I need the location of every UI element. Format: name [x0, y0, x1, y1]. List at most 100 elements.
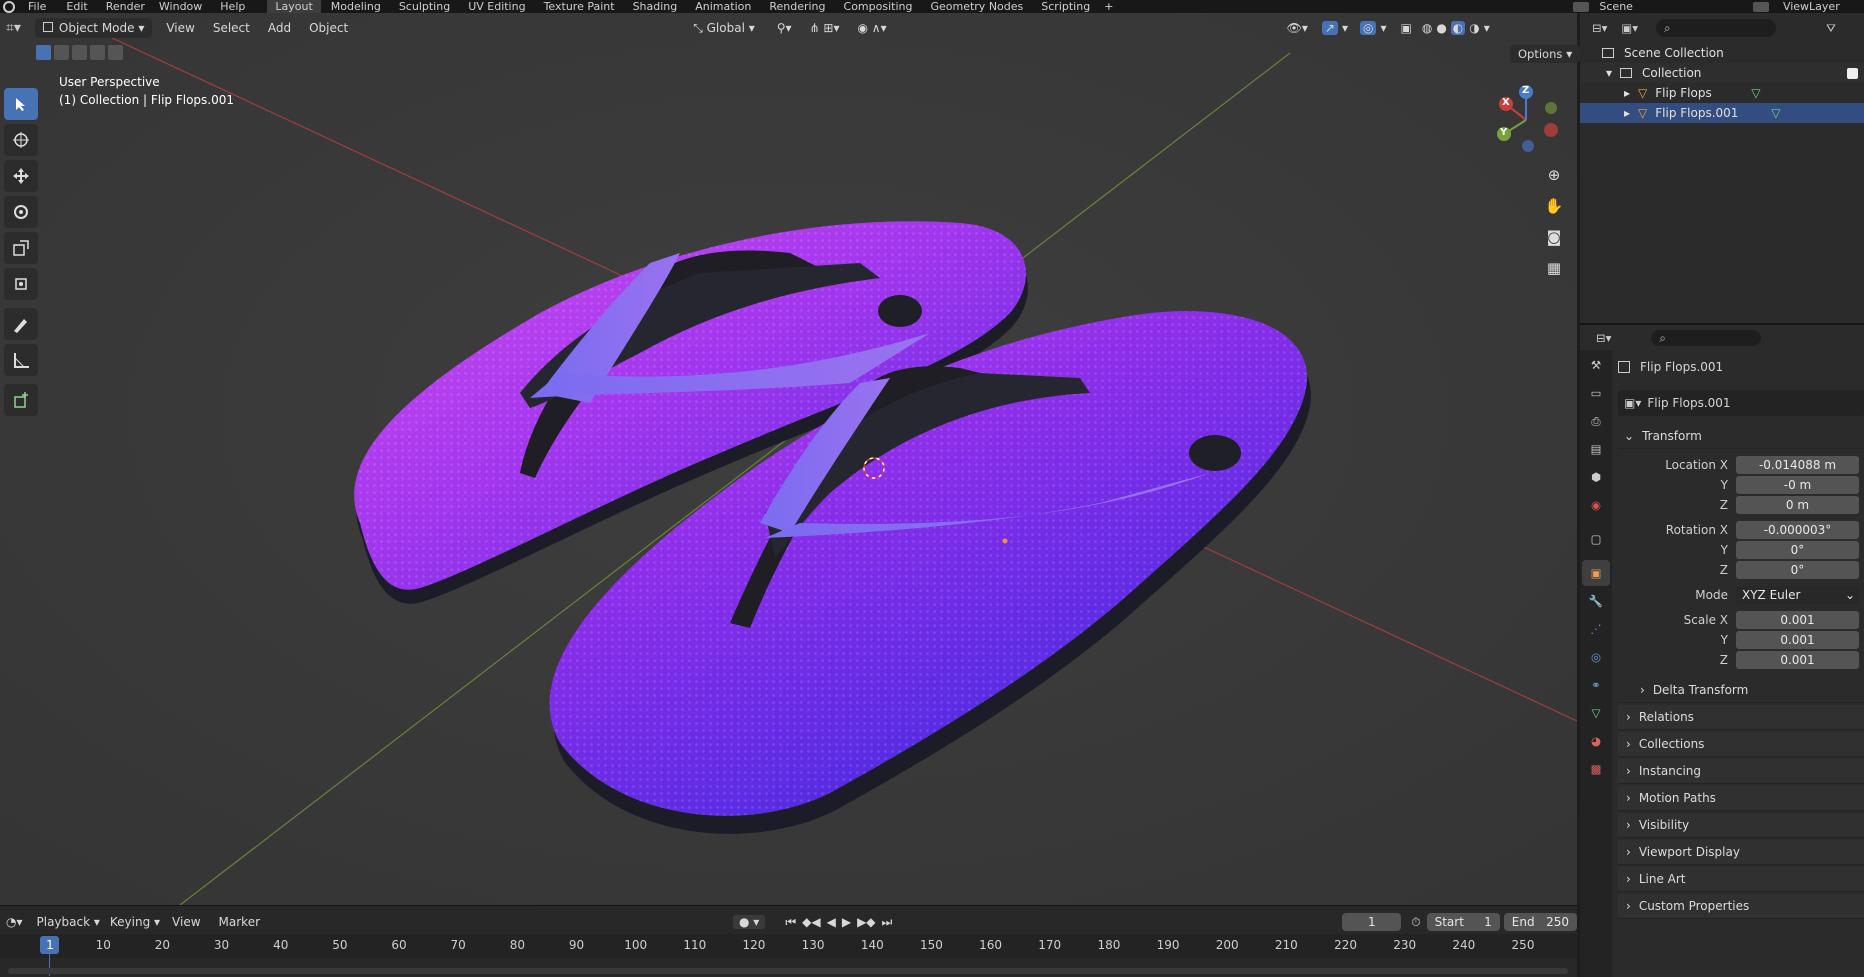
pan-hand-icon[interactable]: ✋: [1540, 192, 1568, 220]
start-frame-field[interactable]: Start 1: [1426, 913, 1500, 931]
timeline-editor-icon[interactable]: ◔▾: [6, 915, 23, 929]
menu-object[interactable]: Object: [309, 21, 348, 35]
overlay-toggle-icon[interactable]: ◎: [1359, 21, 1377, 35]
current-frame-field[interactable]: 1: [1342, 913, 1402, 931]
tab-scripting[interactable]: Scripting: [1041, 0, 1090, 13]
scale-icon[interactable]: [4, 232, 38, 264]
record-icon[interactable]: ● ▾: [733, 915, 766, 929]
outliner-row-collection[interactable]: ▾ Collection: [1580, 63, 1864, 83]
tab-geometry-nodes[interactable]: Geometry Nodes: [930, 0, 1023, 13]
tab-layout[interactable]: Layout: [267, 0, 321, 13]
collection-tab-icon[interactable]: ▢: [1582, 526, 1610, 552]
filter-icon[interactable]: ⛛: [1826, 21, 1836, 36]
tab-compositing[interactable]: Compositing: [844, 0, 913, 13]
rotation-x-field[interactable]: -0.000003°: [1736, 521, 1859, 539]
panel-line-art[interactable]: › Line Art: [1618, 867, 1864, 892]
object-tab-icon[interactable]: ▣: [1582, 560, 1610, 586]
rotation-mode-dropdown[interactable]: XYZ Euler ⌄: [1736, 586, 1859, 604]
measure-icon[interactable]: [4, 344, 38, 376]
outliner-row-flip-flops-001[interactable]: ▸ ▽ Flip Flops.001 ▽: [1580, 103, 1864, 123]
output-tab-icon[interactable]: ⎙: [1582, 408, 1610, 434]
view-layer-name[interactable]: ViewLayer: [1783, 0, 1840, 13]
timeline-ruler[interactable]: 1 10 20 30 40 50 60 70 80 90 100 110 120 130 140 150 160…: [0, 934, 1577, 976]
particles-tab-icon[interactable]: ⋰: [1582, 616, 1610, 642]
next-keyframe-icon[interactable]: ▶◆: [857, 915, 875, 929]
panel-custom-properties[interactable]: › Custom Properties: [1618, 894, 1864, 919]
tab-texture-paint[interactable]: Texture Paint: [544, 0, 615, 13]
zoom-icon[interactable]: ⊕: [1540, 161, 1568, 189]
visibility-icon[interactable]: 👁▾: [1287, 21, 1308, 35]
gizmo-toggle-icon[interactable]: ↗: [1321, 21, 1338, 35]
tab-uv-editing[interactable]: UV Editing: [468, 0, 525, 13]
panel-visibility[interactable]: › Visibility: [1618, 813, 1864, 838]
jump-end-icon[interactable]: ⏭: [882, 915, 893, 930]
add-cube-icon[interactable]: [4, 384, 38, 416]
menu-view[interactable]: View: [166, 21, 194, 35]
move-icon[interactable]: [4, 160, 38, 192]
panel-relations[interactable]: › Relations: [1618, 705, 1864, 730]
playback-menu[interactable]: Playback ▾: [37, 915, 100, 929]
marker-menu[interactable]: Marker: [219, 915, 260, 929]
stopwatch-icon[interactable]: ⏱: [1411, 915, 1420, 930]
tab-animation[interactable]: Animation: [695, 0, 751, 13]
location-x-field[interactable]: -0.014088 m: [1736, 456, 1859, 474]
shading-wireframe-icon[interactable]: ◍: [1422, 21, 1432, 35]
tab-rendering[interactable]: Rendering: [769, 0, 825, 13]
scene-tab-icon[interactable]: ⬢: [1582, 464, 1610, 490]
transform-panel-header[interactable]: ⌄ Transform: [1618, 424, 1864, 449]
collection-checkbox[interactable]: [1847, 67, 1858, 79]
pivot-icon[interactable]: ⚲▾: [777, 21, 792, 35]
tab-modeling[interactable]: Modeling: [331, 0, 381, 13]
proportional-edit-icon[interactable]: ◉ ∧▾: [858, 21, 887, 35]
select-extend-icon[interactable]: [54, 45, 69, 60]
navigation-gizmo[interactable]: X Y Z: [1490, 78, 1570, 158]
menu-edit[interactable]: Edit: [66, 0, 87, 13]
xray-icon[interactable]: ▣: [1400, 21, 1411, 35]
outliner-editor-icon[interactable]: ⊟▾: [1592, 21, 1607, 35]
menu-window[interactable]: Window: [159, 0, 202, 13]
menu-help[interactable]: Help: [220, 0, 245, 13]
location-y-field[interactable]: -0 m: [1736, 476, 1859, 494]
viewport-3d[interactable]: User Perspective (1) Collection | Flip F…: [0, 13, 1577, 905]
scene-name[interactable]: Scene: [1599, 0, 1633, 13]
blender-logo-icon[interactable]: [3, 0, 15, 13]
data-tab-icon[interactable]: ▽: [1582, 700, 1610, 726]
options-dropdown[interactable]: Options ▾: [1510, 45, 1581, 63]
snap-icon[interactable]: ⋔ ⊞▾: [810, 21, 840, 35]
add-workspace-button[interactable]: +: [1104, 0, 1113, 13]
tool-tab-icon[interactable]: ⚒: [1582, 352, 1610, 378]
select-new-icon[interactable]: [36, 45, 51, 60]
cursor-icon[interactable]: [4, 124, 38, 156]
rotation-z-field[interactable]: 0°: [1736, 561, 1859, 579]
select-subtract-icon[interactable]: [72, 45, 87, 60]
outliner-row-scene-collection[interactable]: Scene Collection: [1580, 43, 1864, 63]
editor-type-icon[interactable]: ⌗▾: [6, 20, 21, 36]
grid-icon[interactable]: ▦: [1540, 254, 1568, 282]
scale-y-field[interactable]: 0.001: [1736, 631, 1859, 649]
view-layer-tab-icon[interactable]: ▤: [1582, 436, 1610, 462]
transform-orientation-dropdown[interactable]: ⤡ Global ▾: [693, 21, 755, 36]
physics-tab-icon[interactable]: ◎: [1582, 644, 1610, 670]
select-invert-icon[interactable]: [90, 45, 105, 60]
outliner-search-input[interactable]: ⌕: [1656, 19, 1777, 37]
panel-collections[interactable]: › Collections: [1618, 732, 1864, 757]
menu-select[interactable]: Select: [213, 21, 250, 35]
camera-icon[interactable]: ◙: [1540, 223, 1568, 251]
object-name-field[interactable]: Flip Flops.001: [1647, 396, 1730, 410]
timeline-view-menu[interactable]: View: [172, 915, 200, 929]
prev-keyframe-icon[interactable]: ◆◀: [802, 915, 820, 929]
texture-tab-icon[interactable]: ▩: [1582, 756, 1610, 782]
location-z-field[interactable]: 0 m: [1736, 496, 1859, 514]
constraints-tab-icon[interactable]: ⚭: [1582, 672, 1610, 698]
material-tab-icon[interactable]: ◕: [1582, 728, 1610, 754]
render-tab-icon[interactable]: ▭: [1582, 380, 1610, 406]
tab-shading[interactable]: Shading: [633, 0, 678, 13]
view-layer-icon[interactable]: [1752, 1, 1769, 12]
shading-rendered-icon[interactable]: ◑: [1469, 21, 1479, 35]
panel-instancing[interactable]: › Instancing: [1618, 759, 1864, 784]
shading-solid-icon[interactable]: ●: [1436, 21, 1446, 35]
modifier-tab-icon[interactable]: 🔧: [1582, 588, 1610, 614]
expand-object-icon[interactable]: ▸: [1624, 86, 1630, 100]
expand-collection-icon[interactable]: ▾: [1606, 66, 1612, 80]
tab-sculpting[interactable]: Sculpting: [399, 0, 450, 13]
